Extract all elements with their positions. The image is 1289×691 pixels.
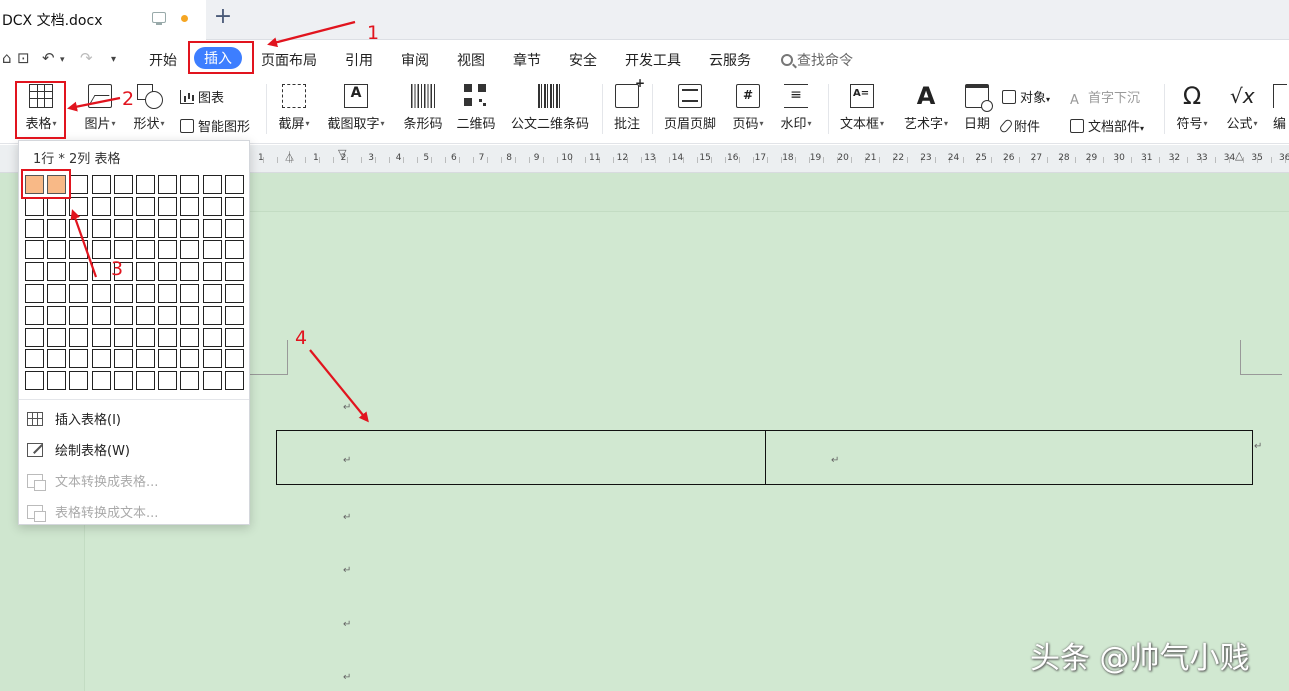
annotation-arrows (67, 20, 369, 423)
annotation-arrow-4 (309, 349, 369, 423)
annotation-arrow-3 (70, 209, 98, 278)
annotation-arrow-1 (267, 20, 356, 48)
annotation-arrow-2 (67, 96, 121, 112)
watermark-text: 头条 @帅气小贱 (1030, 641, 1250, 676)
